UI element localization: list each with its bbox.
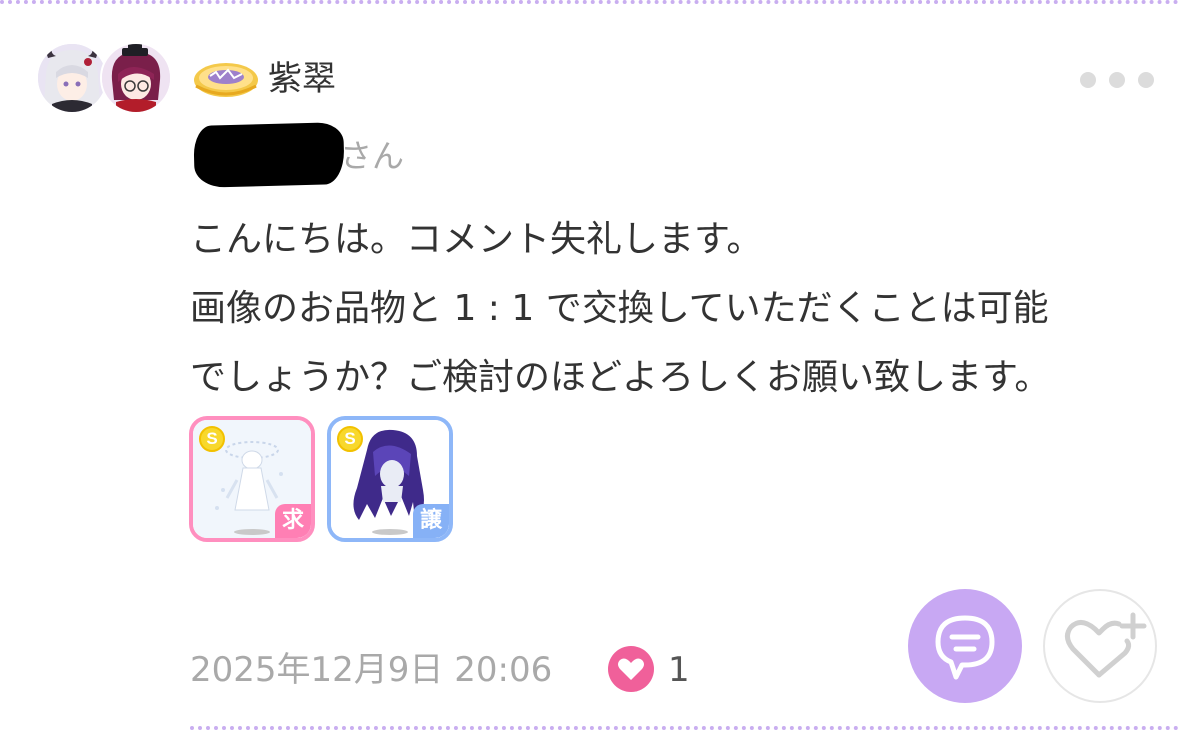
- gold-ornament-badge-icon: [190, 56, 262, 102]
- chat-bubble-icon: [935, 615, 995, 680]
- more-dots-icon[interactable]: [1080, 72, 1160, 90]
- message-line: こんにちは。コメント失礼します。: [190, 219, 763, 260]
- top-divider: [0, 0, 1179, 4]
- avatar-silver-hair-icon: [38, 44, 106, 112]
- coin-icon: S: [199, 426, 225, 452]
- item-card-give[interactable]: S 譲: [327, 416, 453, 542]
- timestamp: 2025年12月9日 20:06: [190, 650, 553, 690]
- redacted-name: [193, 122, 345, 188]
- item-card-want[interactable]: S 求: [189, 416, 315, 542]
- heart-plus-icon: [1065, 612, 1147, 678]
- give-tag: 譲: [413, 504, 449, 538]
- more-dot: [1080, 72, 1096, 88]
- message-line: 画像のお品物と 1 : 1 で交換していただくことは可能: [190, 288, 1049, 329]
- avatar[interactable]: [100, 42, 172, 114]
- mention-suffix: さん: [340, 137, 405, 175]
- add-favorite-button[interactable]: [1043, 589, 1157, 703]
- avatar-red-hair-icon: [102, 44, 170, 112]
- like-heart-icon[interactable]: [607, 645, 655, 693]
- username[interactable]: 紫翠: [268, 56, 336, 102]
- more-dot: [1109, 72, 1125, 88]
- avatar[interactable]: [36, 42, 108, 114]
- bottom-divider: [190, 726, 1179, 730]
- want-tag: 求: [275, 504, 311, 538]
- message-line: でしょうか？ご検討のほどよろしくお願い致します。: [190, 357, 1051, 398]
- reply-button[interactable]: [908, 589, 1022, 703]
- avatar-group[interactable]: [36, 42, 176, 118]
- more-dot: [1138, 72, 1154, 88]
- like-count: 1: [668, 650, 690, 690]
- coin-icon: S: [337, 426, 363, 452]
